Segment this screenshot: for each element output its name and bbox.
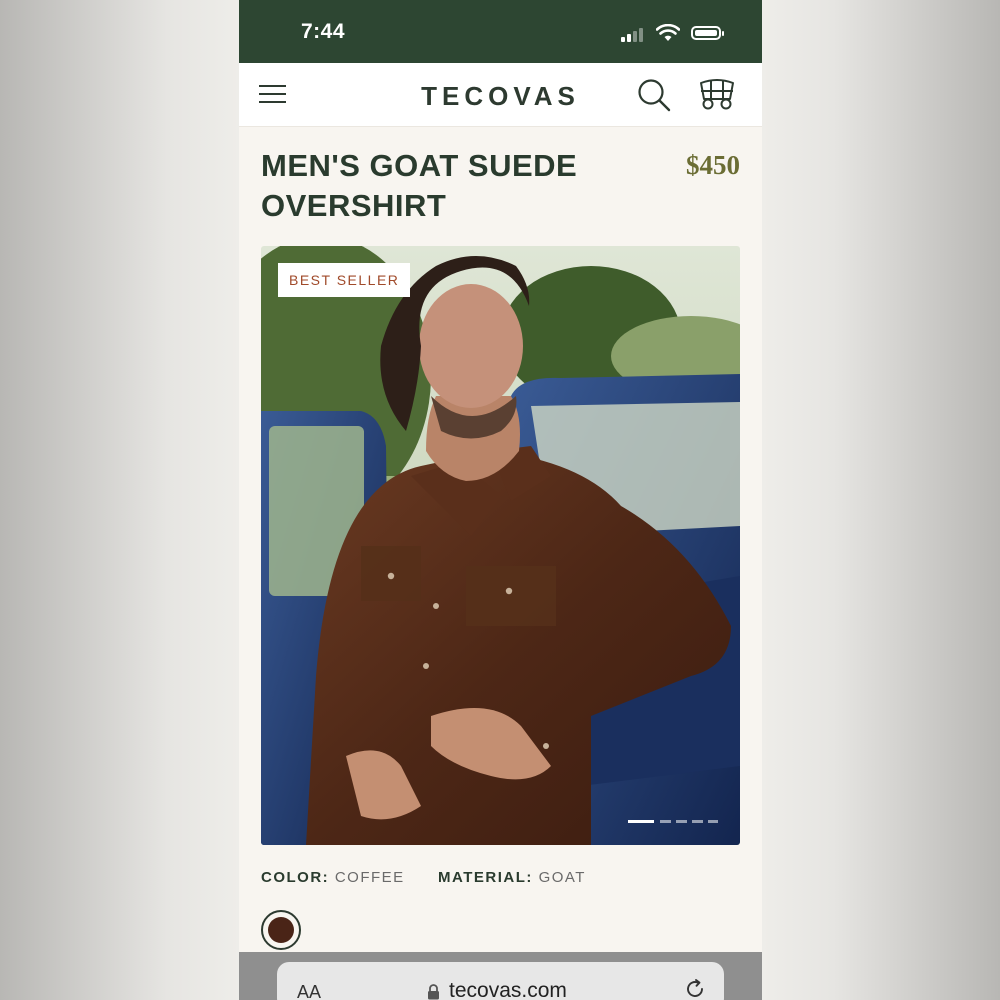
product-title-line1: MEN'S GOAT SUEDE bbox=[261, 148, 578, 183]
status-time: 7:44 bbox=[301, 20, 346, 43]
color-swatch-coffee[interactable] bbox=[261, 910, 301, 950]
carousel-dot-active bbox=[628, 820, 654, 823]
phone-screen: 7:44 TECOVAS MEN'S GOAT SUEDE OVERSHIRT … bbox=[239, 0, 762, 1000]
product-photo bbox=[261, 246, 740, 845]
background-right bbox=[762, 0, 1000, 1000]
top-navigation: TECOVAS bbox=[239, 63, 762, 127]
product-price: $450 bbox=[686, 150, 740, 180]
product-image[interactable]: BEST SELLER bbox=[261, 246, 740, 845]
text-size-button[interactable]: AA bbox=[297, 982, 321, 1000]
carousel-dot bbox=[660, 820, 671, 823]
product-title: MEN'S GOAT SUEDE OVERSHIRT bbox=[261, 146, 601, 226]
best-seller-badge: BEST SELLER bbox=[278, 263, 411, 297]
status-bar: 7:44 bbox=[239, 0, 762, 63]
carousel-dot bbox=[708, 820, 718, 823]
material-value: GOAT bbox=[538, 869, 586, 886]
background-left bbox=[0, 0, 239, 1000]
material-label: MATERIAL: bbox=[438, 869, 533, 886]
swatch-fill bbox=[268, 917, 294, 943]
carousel-indicators[interactable] bbox=[628, 820, 718, 823]
battery-icon bbox=[691, 26, 724, 40]
address-bar[interactable]: AA tecovas.com bbox=[277, 962, 724, 1000]
brand-logo[interactable]: TECOVAS bbox=[239, 81, 762, 112]
wifi-icon bbox=[656, 24, 680, 41]
signal-icon bbox=[621, 28, 647, 42]
wagon-cart-icon[interactable] bbox=[697, 77, 737, 111]
color-value: COFFEE bbox=[334, 869, 405, 886]
url-text: tecovas.com bbox=[449, 979, 567, 1000]
lock-icon bbox=[428, 984, 439, 1000]
search-icon[interactable] bbox=[637, 78, 671, 112]
carousel-dot bbox=[676, 820, 687, 823]
color-label: COLOR: bbox=[261, 869, 330, 886]
product-options: COLOR: COFFEE MATERIAL: GOAT bbox=[261, 869, 586, 886]
carousel-dot bbox=[692, 820, 703, 823]
product-title-line2: OVERSHIRT bbox=[261, 188, 447, 223]
reload-icon[interactable] bbox=[684, 978, 706, 1000]
browser-toolbar: AA tecovas.com bbox=[239, 952, 762, 1000]
